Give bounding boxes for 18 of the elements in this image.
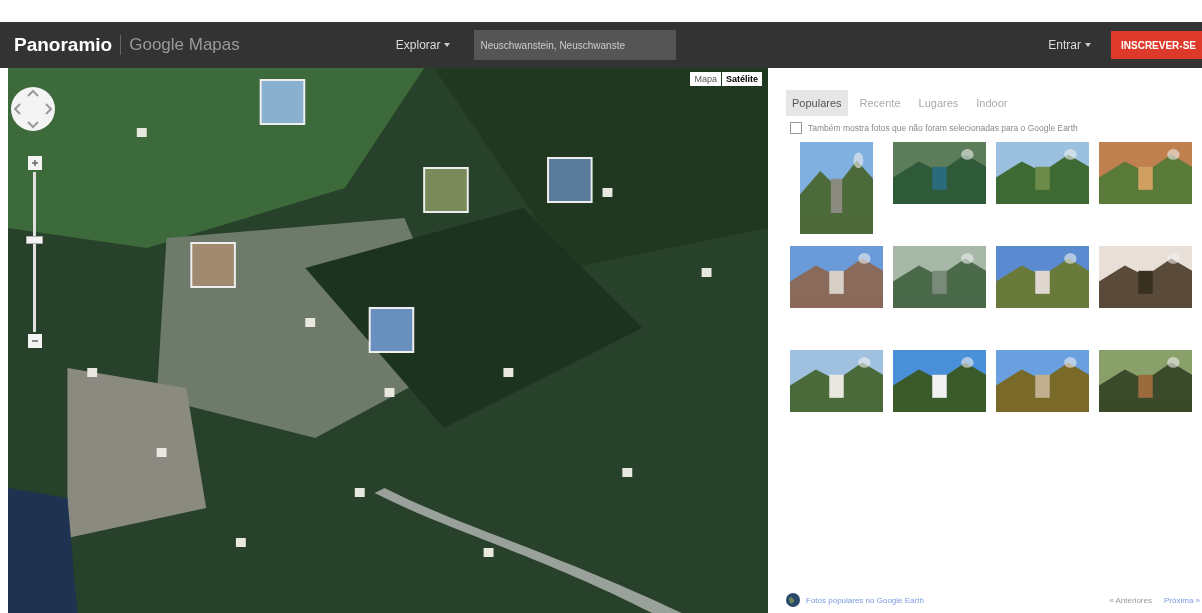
- checkbox[interactable]: [790, 122, 802, 134]
- product-name: Google Mapas: [129, 35, 240, 55]
- signin-menu[interactable]: Entrar: [1042, 37, 1097, 53]
- explore-menu[interactable]: Explorar: [389, 37, 457, 53]
- checkbox-label: Também mostra fotos que não foram selecionadas para o Google Earth: [808, 123, 1078, 133]
- previous-link[interactable]: « Anteriores: [1109, 595, 1152, 605]
- signup-button[interactable]: INSCREVER-SE: [1111, 31, 1202, 59]
- logo[interactable]: Panoramio: [14, 34, 113, 56]
- map-type-button[interactable]: Satélite: [722, 72, 762, 86]
- search-field[interactable]: Neuschwanstein, Neuschwanste: [474, 30, 677, 60]
- pan-control-icon[interactable]: [10, 86, 56, 132]
- caret-icon: [444, 43, 451, 47]
- earth-link[interactable]: Fotos populares no Google Earth: [806, 595, 924, 605]
- next-link[interactable]: Próxima »: [1164, 595, 1200, 605]
- map-type-button[interactable]: Mapa: [690, 72, 721, 86]
- tab[interactable]: Populares: [786, 90, 848, 116]
- caret-icon: [1085, 43, 1091, 47]
- globe-icon: [786, 593, 800, 607]
